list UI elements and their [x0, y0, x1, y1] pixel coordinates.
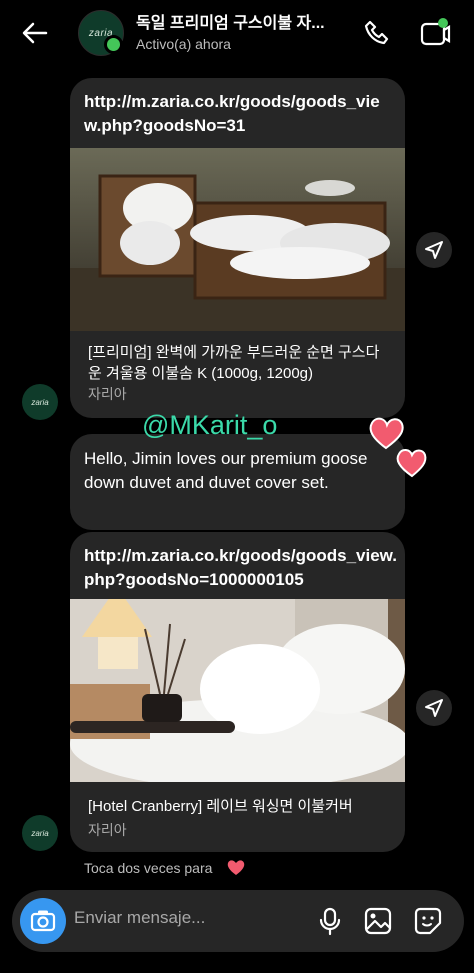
double-tap-hint: Toca dos veces para	[84, 860, 213, 876]
share-icon[interactable]	[416, 232, 452, 268]
link-preview-card[interactable]: http://m.zaria.co.kr/goods/goods_view.ph…	[70, 532, 405, 852]
online-status-dot	[104, 35, 123, 54]
hearts-sticker-icon	[366, 410, 432, 480]
link-preview-image[interactable]	[70, 148, 405, 331]
link-title: [프리미엄] 완벽에 가까운 부드러운 순면 구스다운 겨울용 이불솜 K (1…	[88, 344, 380, 382]
avatar-logo-text: zaria	[31, 397, 49, 407]
link-preview-image[interactable]	[70, 597, 405, 789]
back-arrow-icon[interactable]	[18, 16, 52, 50]
phone-call-icon[interactable]	[360, 16, 394, 50]
text-message[interactable]: Hello, Jimin loves our premium goose dow…	[70, 434, 405, 530]
video-call-icon[interactable]	[418, 16, 452, 50]
message-composer: Enviar mensaje...	[12, 890, 464, 952]
chat-header: zaria 독일 프리미엄 구스이불 자... Activo(a) ahora	[0, 0, 474, 66]
camera-button[interactable]	[20, 898, 66, 944]
link-url[interactable]: http://m.zaria.co.kr/goods/goods_view.ph…	[84, 544, 399, 592]
microphone-icon[interactable]	[314, 905, 346, 937]
link-source: 자리아	[88, 822, 127, 838]
share-icon[interactable]	[416, 690, 452, 726]
gallery-icon[interactable]	[362, 905, 394, 937]
sticker-icon[interactable]	[412, 905, 444, 937]
link-preview-card[interactable]: http://m.zaria.co.kr/goods/goods_view.ph…	[70, 78, 405, 418]
link-url[interactable]: http://m.zaria.co.kr/goods/goods_view.ph…	[84, 90, 394, 138]
sender-avatar[interactable]: zaria	[22, 384, 58, 420]
avatar-logo-text: zaria	[31, 828, 49, 838]
watermark-text: @MKarit_o	[142, 410, 278, 440]
link-title: [Hotel Cranberry] 레이브 워싱면 이불커버	[88, 798, 353, 815]
chat-title[interactable]: 독일 프리미엄 구스이불 자...	[136, 9, 346, 33]
link-source: 자리아	[88, 386, 127, 402]
activity-status: Activo(a) ahora	[136, 36, 231, 52]
message-text: Hello, Jimin loves our premium goose dow…	[84, 449, 368, 492]
sender-avatar[interactable]: zaria	[22, 815, 58, 851]
heart-icon	[226, 857, 246, 877]
message-input[interactable]: Enviar mensaje...	[74, 908, 205, 928]
